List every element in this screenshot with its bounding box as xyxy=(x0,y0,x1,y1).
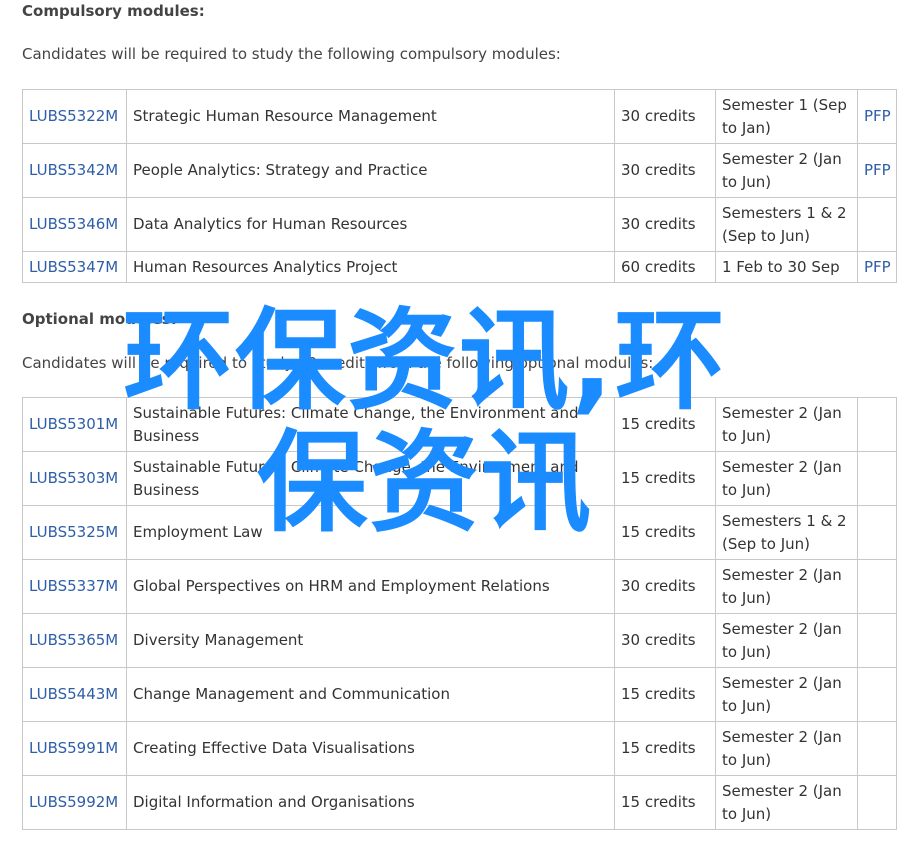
module-semester: Semester 1 (Sep to Jan) xyxy=(715,89,858,144)
module-semester: Semester 2 (Jan to Jun) xyxy=(715,775,858,830)
module-credits: 30 credits xyxy=(614,143,716,198)
module-code-link[interactable]: LUBS5347M xyxy=(29,258,118,276)
module-code-link[interactable]: LUBS5365M xyxy=(29,631,118,649)
module-code-link[interactable]: LUBS5337M xyxy=(29,577,118,595)
module-code-link[interactable]: LUBS5301M xyxy=(29,415,118,433)
module-credits: 30 credits xyxy=(614,89,716,144)
table-row: LUBS5346M Data Analytics for Human Resour… xyxy=(22,197,897,252)
module-code-cell: LUBS5347M xyxy=(22,251,127,283)
module-semester: Semester 2 (Jan to Jun) xyxy=(715,397,858,452)
table-row: LUBS5443M Change Management and Communica… xyxy=(22,667,897,722)
module-credits: 30 credits xyxy=(614,559,716,614)
module-doc-cell xyxy=(857,451,897,506)
module-title: Sustainable Futures: Climate Change, the… xyxy=(126,397,615,452)
module-title: Sustainable Futures: Climate Change, the… xyxy=(126,451,615,506)
table-row: LUBS5992M Digital Information and Organis… xyxy=(22,775,897,830)
pfp-link[interactable]: PFP xyxy=(864,107,891,125)
module-doc-cell xyxy=(857,667,897,722)
table-row: LUBS5325M Employment Law 15 credits Semeste… xyxy=(22,505,897,560)
module-semester: Semester 2 (Jan to Jun) xyxy=(715,143,858,198)
module-code-link[interactable]: LUBS5443M xyxy=(29,685,118,703)
module-code-cell: LUBS5443M xyxy=(22,667,127,722)
module-doc-cell: PFP xyxy=(857,251,897,283)
module-credits: 15 credits xyxy=(614,397,716,452)
module-code-cell: LUBS5337M xyxy=(22,559,127,614)
module-credits: 15 credits xyxy=(614,775,716,830)
module-doc-cell xyxy=(857,505,897,560)
module-code-cell: LUBS5322M xyxy=(22,89,127,144)
module-doc-cell: PFP xyxy=(857,143,897,198)
module-semester: Semesters 1 & 2 (Sep to Jun) xyxy=(715,197,858,252)
optional-heading: Optional modules: xyxy=(22,310,177,328)
module-credits: 15 credits xyxy=(614,505,716,560)
module-title: Diversity Management xyxy=(126,613,615,668)
module-code-cell: LUBS5992M xyxy=(22,775,127,830)
module-title: Data Analytics for Human Resources xyxy=(126,197,615,252)
module-semester: Semester 2 (Jan to Jun) xyxy=(715,721,858,776)
module-code-link[interactable]: LUBS5346M xyxy=(29,215,118,233)
module-title: People Analytics: Strategy and Practice xyxy=(126,143,615,198)
module-code-link[interactable]: LUBS5322M xyxy=(29,107,118,125)
module-code-link[interactable]: LUBS5992M xyxy=(29,793,118,811)
module-doc-cell xyxy=(857,197,897,252)
table-row: LUBS5322M Strategic Human Resource Manage… xyxy=(22,89,897,144)
module-credits: 15 credits xyxy=(614,451,716,506)
module-semester: 1 Feb to 30 Sep xyxy=(715,251,858,283)
module-title: Human Resources Analytics Project xyxy=(126,251,615,283)
module-doc-cell: PFP xyxy=(857,89,897,144)
pfp-link[interactable]: PFP xyxy=(864,258,891,276)
module-code-link[interactable]: LUBS5325M xyxy=(29,523,118,541)
module-code-link[interactable]: LUBS5303M xyxy=(29,469,118,487)
module-code-link[interactable]: LUBS5991M xyxy=(29,739,118,757)
module-code-cell: LUBS5991M xyxy=(22,721,127,776)
optional-modules-table: LUBS5301M Sustainable Futures: Climate Ch… xyxy=(22,397,897,830)
module-credits: 60 credits xyxy=(614,251,716,283)
module-credits: 15 credits xyxy=(614,721,716,776)
compulsory-intro: Candidates will be required to study the… xyxy=(22,45,561,63)
module-title: Employment Law xyxy=(126,505,615,560)
module-semester: Semester 2 (Jan to Jun) xyxy=(715,559,858,614)
module-code-cell: LUBS5365M xyxy=(22,613,127,668)
module-doc-cell xyxy=(857,613,897,668)
compulsory-table-body: LUBS5322M Strategic Human Resource Manage… xyxy=(22,89,897,283)
module-doc-cell xyxy=(857,397,897,452)
table-row: LUBS5365M Diversity Management 30 credits S… xyxy=(22,613,897,668)
module-title: Global Perspectives on HRM and Employmen… xyxy=(126,559,615,614)
module-code-cell: LUBS5303M xyxy=(22,451,127,506)
module-title: Digital Information and Organisations xyxy=(126,775,615,830)
table-row: LUBS5303M Sustainable Futures: Climate Ch… xyxy=(22,451,897,506)
module-doc-cell xyxy=(857,775,897,830)
module-title: Change Management and Communication xyxy=(126,667,615,722)
module-code-cell: LUBS5342M xyxy=(22,143,127,198)
table-row: LUBS5337M Global Perspectives on HRM and … xyxy=(22,559,897,614)
module-credits: 30 credits xyxy=(614,613,716,668)
module-title: Strategic Human Resource Management xyxy=(126,89,615,144)
module-code-link[interactable]: LUBS5342M xyxy=(29,161,118,179)
module-doc-cell xyxy=(857,721,897,776)
module-title: Creating Effective Data Visualisations xyxy=(126,721,615,776)
module-semester: Semester 2 (Jan to Jun) xyxy=(715,613,858,668)
module-code-cell: LUBS5301M xyxy=(22,397,127,452)
table-row: LUBS5991M Creating Effective Data Visuali… xyxy=(22,721,897,776)
table-row: LUBS5347M Human Resources Analytics Proje… xyxy=(22,251,897,283)
module-doc-cell xyxy=(857,559,897,614)
table-row: LUBS5342M People Analytics: Strategy and … xyxy=(22,143,897,198)
module-code-cell: LUBS5346M xyxy=(22,197,127,252)
table-row: LUBS5301M Sustainable Futures: Climate Ch… xyxy=(22,397,897,452)
optional-table-body: LUBS5301M Sustainable Futures: Climate Ch… xyxy=(22,397,897,830)
pfp-link[interactable]: PFP xyxy=(864,161,891,179)
module-semester: Semester 2 (Jan to Jun) xyxy=(715,451,858,506)
module-credits: 30 credits xyxy=(614,197,716,252)
module-code-cell: LUBS5325M xyxy=(22,505,127,560)
compulsory-modules-table: LUBS5322M Strategic Human Resource Manage… xyxy=(22,89,897,283)
optional-intro: Candidates will be required to study 30 … xyxy=(22,354,654,372)
module-semester: Semester 2 (Jan to Jun) xyxy=(715,667,858,722)
module-credits: 15 credits xyxy=(614,667,716,722)
compulsory-heading: Compulsory modules: xyxy=(22,2,205,20)
module-semester: Semesters 1 & 2 (Sep to Jun) xyxy=(715,505,858,560)
